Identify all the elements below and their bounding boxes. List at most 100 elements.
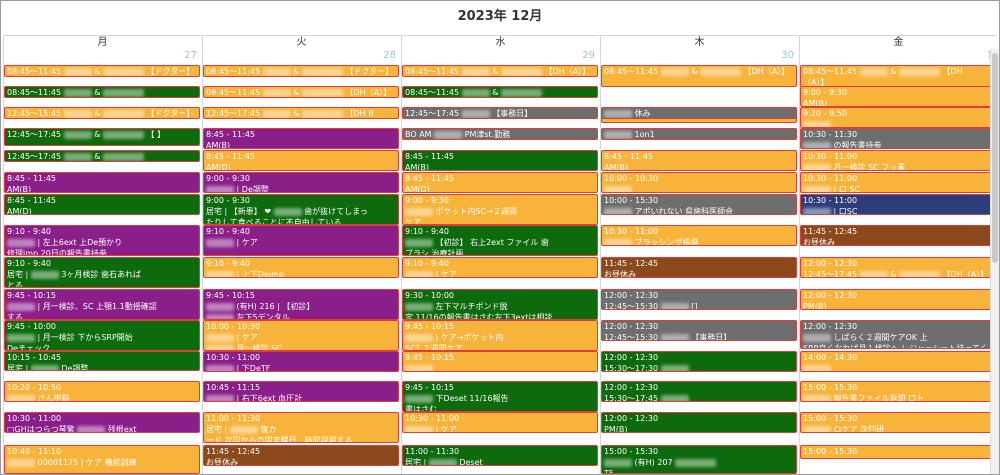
appointment-event[interactable]: 9:45 - 10:15 | 月一検診、SC 上顎1.1動揺確認 する [4,289,200,320]
appointment-event[interactable]: 11:00 - 11:30 居宅 | Deset [402,445,598,466]
day-header-2[interactable]: 火 [202,35,400,49]
redacted-text [434,130,463,139]
event-description: たりして食べることに不自由している [206,218,342,225]
appointment-event[interactable]: 10:30 - 11:00 | ケア [402,412,598,433]
appointment-event[interactable]: BO AM PM津st.勤務 [402,128,598,140]
redacted-text [102,152,144,161]
redacted-text [803,163,831,170]
appointment-event[interactable]: 11:00 - 11:30 居宅 | 復カ ード 次回からの固定曜日、時間説明する [203,412,399,443]
appointment-event[interactable]: 15:00 - 15:30 ロケア 次回研最アポ入れる 12/6はいってます [800,412,996,433]
appointment-event[interactable]: 9:10 - 9:40 | ケア [402,257,598,278]
appointment-event[interactable]: 10:00 - 15:30 アポいれない 県歯科医師会 [601,194,797,215]
appointment-event[interactable]: 08:45～11:45 & [4,86,200,98]
appointment-event[interactable]: 12:00 - 12:30 12:45～17:45 & 【DH（A）】 [800,257,996,278]
appointment-event[interactable]: 10:45 - 11:15 | 右下6ext 血圧計 [203,381,399,402]
event-description: 12:45～15:30 【事務日】 [604,333,732,341]
day-header-5[interactable]: 金 [799,35,997,49]
appointment-event[interactable]: 10:30 - 11:00 | 口 SC [800,172,996,193]
appointment-event[interactable]: 12:00 - 12:30 12:45～15:30 [] [601,289,797,310]
appointment-event[interactable]: 休み [601,107,797,119]
appointment-event[interactable]: 9:45 - 10:00 | 月一検診 下からSRP開始 Deチェック [4,320,200,351]
appointment-event[interactable]: 10:40 - 11:10 00001175 | ケア 機能訓練 [4,445,200,474]
appointment-event[interactable]: 8:45 - 11:45 AM(B) [4,172,200,193]
appointment-event[interactable]: 15:00 - 15:30 報告書ファイル返却 口トレンドSC お母さんに歯磨き… [800,381,996,402]
appointment-event[interactable]: 12:45～17:45 & [4,150,200,162]
appointment-event[interactable]: 1on1 [601,128,797,140]
appointment-event[interactable]: 9:10 - 9:40 | 上下Deimp [203,257,399,278]
day-header-4[interactable]: 木 [600,35,798,49]
day-header-1[interactable]: 月 [3,35,201,49]
redacted-text [675,458,717,467]
appointment-event[interactable]: 9:00 - 9:30 | De調整 [203,172,399,193]
appointment-event[interactable]: 10:30 - 11:00 | 口SC [800,194,996,215]
day-header-3[interactable]: 水 [401,35,599,49]
appointment-event[interactable]: 9:10 - 9:40 【初診】 右上2ext ファイル 歯ブラシ 治療計画 [402,225,598,256]
appointment-event[interactable]: 15:00 - 15:30 2wケア [800,445,996,459]
appointment-event[interactable]: 08:45～11:45 & 【DH（A）】 [601,65,797,87]
appointment-event[interactable]: 08:45～11:45 & 【DH（A）】 [203,86,399,98]
appointment-event[interactable]: 10:00 - 10:30 [601,172,797,193]
appointment-event[interactable]: 9:20 - 9:50 [800,107,996,128]
appointment-event[interactable]: 9:10 - 9:40 | 左上6ext 上De預かり 修理imp 20日の報告書… [4,225,200,256]
event-time: 8:45 - 11:45 [206,152,255,161]
appointment-event[interactable]: 12:00 - 12:30 12:45～15:30 【事務日】 [601,320,797,341]
event-time: 8:45 - 11:45 [7,174,56,183]
event-time: BO AM PM津st.勤務 [405,130,511,139]
appointment-event[interactable]: 12:45～17:45 【事務日】 [402,107,598,119]
day-number[interactable]: 29 [569,50,595,61]
appointment-event[interactable]: 9:00 - 9:30 居宅 | 【新患】 ❤ 歯が抜けてしまっ たりして食べること… [203,194,399,225]
appointment-event[interactable]: 11:45 - 12:45 お昼休み [203,445,399,466]
event-description: 12:45～15:30 [] [604,302,698,310]
scrollbar-thumb[interactable] [992,53,998,263]
event-time: 12:45～17:45 【事務日】 [405,109,533,118]
appointment-event[interactable]: 8:45 - 11:45 AM(D) [4,194,200,215]
appointment-event[interactable]: 10:30 - 11:00 | 下DeTF [203,351,399,372]
appointment-event[interactable]: 10:30 - 11:30 の報告書持参 [800,128,996,149]
appointment-event[interactable]: 9:00 - 9:30 ポケット内SC→２週間 ケア [402,194,598,225]
event-time: 9:20 - 9:50 [803,109,847,118]
day-number[interactable]: 27 [171,50,197,61]
appointment-event[interactable]: 10:30 - 11:00 ブラッシング指導 [601,225,797,246]
vertical-scrollbar[interactable] [990,49,999,474]
day-number[interactable]: 30 [768,50,794,61]
appointment-event[interactable]: 8:45 - 11:45 AM(D) [203,150,399,171]
event-time: 11:00 - 11:30 [206,414,261,423]
appointment-event[interactable]: 15:00 - 15:30 (有H) 207 TF [601,445,797,474]
appointment-event[interactable]: 12:00 - 12:30 15:30～17:30 [601,351,797,372]
appointment-event[interactable]: 9:00 - 9:30 AM(B) [800,86,996,107]
appointment-event[interactable]: 12:00 - 12:30 PM(B) [601,412,797,433]
appointment-event[interactable]: 12:00 - 12:30 15:30～17:45 [601,381,797,402]
appointment-event[interactable]: 10:20 - 10:50 さん甲殺 [4,381,200,402]
appointment-event[interactable]: 11:45 - 12:45 お昼休み [601,257,797,278]
redacted-text [803,185,831,192]
appointment-event[interactable]: 08:45～11:45 & [402,86,598,98]
appointment-event[interactable]: 08:45～11:45 & 【DH（A）】 [402,65,598,77]
appointment-event[interactable]: 9:45 - 10:15 (有H) 216 | 【初診】 左下5デンタル [203,289,399,320]
appointment-event[interactable]: 12:00 - 12:30 しばらく２週間ケアOK 上 SRP良くなれば月１検診へ… [800,320,996,349]
appointment-event[interactable]: 11:45 - 12:45 お昼休み [800,225,996,246]
appointment-event[interactable]: 08:45～11:45 & 【ドクター】 [4,65,200,77]
appointment-event[interactable]: 14:00 - 14:30 [800,351,996,372]
appointment-event[interactable]: 9:30 - 10:00 左下マルチボンド脱定 11/16の報告書はさむ左下3e… [402,289,598,320]
appointment-event[interactable]: 10:30 - 11:00 月一検診 SC フッ素 [800,150,996,171]
appointment-event[interactable]: 10:30 - 11:00 □GHはつらつ琴繁 残根ext [4,412,200,433]
appointment-event[interactable]: 9:45 - 10:15 [402,351,598,372]
appointment-event[interactable]: 12:45～15:45 & 【ドクター】 [4,107,200,119]
appointment-event[interactable]: 10:15 - 10:45 居宅 | De調整 [4,351,200,371]
appointment-event[interactable]: 08:45～11:45 & 【ドクター】 [203,65,399,77]
appointment-event[interactable]: 12:45～17:45 & 【DH B [203,107,399,119]
event-description: 15:30～17:30 [604,363,794,371]
appointment-event[interactable]: 12:45～17:45 & 【 】 [4,128,200,146]
appointment-event[interactable]: 9:45 - 10:15 下Deset 11/16報告 書はさむ [402,381,598,412]
day-number[interactable]: 28 [370,50,396,61]
appointment-event[interactable]: 10:00 - 10:30 | ケア 月一検診 SC [203,320,399,351]
appointment-event[interactable]: 8:45 - 11:45 AM(B) [203,128,399,149]
appointment-event[interactable]: 9:10 - 9:40 | ケア [203,225,399,256]
appointment-event[interactable]: 8:45 - 11:45 AM(B) [601,150,797,171]
appointment-event[interactable]: 12:00 - 12:30 PM(B) [800,289,996,310]
appointment-event[interactable]: 08:45～11:45 & 【DH（A）】 [800,65,996,87]
appointment-event[interactable]: 9:10 - 9:40 居宅 | 3ヶ月検診 歯石あれば とる [4,257,200,288]
appointment-event[interactable]: 8:45 - 11:45 AM(D) [402,172,598,193]
appointment-event[interactable]: 9:45 - 10:15 | ケア→ポケット内 SC? ２週間ケア [402,320,598,351]
appointment-event[interactable]: 8:45 - 11:45 AM(B) [402,150,598,171]
